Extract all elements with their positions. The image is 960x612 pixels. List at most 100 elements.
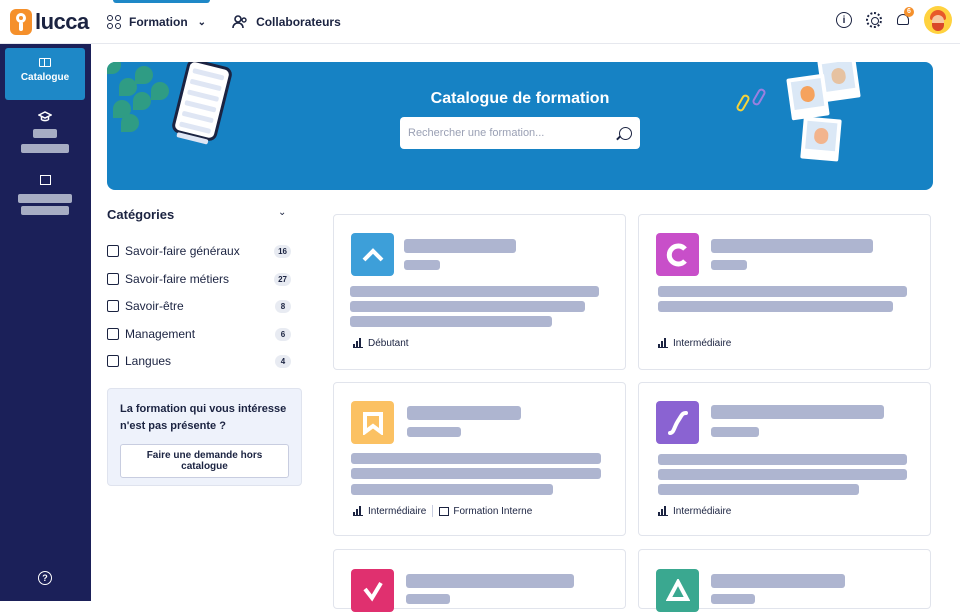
text-placeholder <box>658 469 907 480</box>
text-placeholder <box>350 286 599 297</box>
subtitle-placeholder <box>711 594 755 604</box>
sidebar-item-label: Catalogue <box>20 72 70 83</box>
category-checkbox[interactable] <box>107 273 119 285</box>
text-placeholder <box>658 454 907 465</box>
title-placeholder <box>711 405 884 419</box>
search-icon[interactable] <box>619 126 632 140</box>
category-label: Savoir-faire généraux <box>125 244 240 258</box>
category-item[interactable]: Savoir-faire généraux 16 <box>107 242 291 260</box>
category-label: Langues <box>125 354 172 368</box>
text-placeholder <box>658 301 893 312</box>
photo-illustration <box>786 73 830 121</box>
subtitle-placeholder <box>406 594 450 604</box>
presentation-icon <box>439 506 450 516</box>
title-placeholder <box>404 239 516 253</box>
lucca-logo[interactable]: lucca <box>10 9 89 35</box>
tag-separator <box>432 505 434 517</box>
training-card[interactable]: Débutant <box>333 214 626 370</box>
level-label: Intermédiaire <box>673 338 732 349</box>
help-icon[interactable]: ? <box>38 571 52 585</box>
sidebar-label-placeholder <box>21 144 69 153</box>
board-icon <box>39 175 51 185</box>
subtitle-placeholder <box>711 260 747 270</box>
category-item[interactable]: Management 6 <box>107 325 291 343</box>
subtitle-placeholder <box>407 427 461 437</box>
decor-leaf <box>135 66 153 84</box>
text-placeholder <box>351 468 601 479</box>
avatar[interactable] <box>924 6 952 34</box>
subtitle-placeholder <box>711 427 759 437</box>
title-placeholder <box>711 239 873 253</box>
curve-icon <box>667 410 688 435</box>
training-card[interactable] <box>638 549 931 612</box>
text-placeholder <box>351 453 601 464</box>
category-label: Savoir-être <box>125 299 184 313</box>
bookmark-icon <box>362 411 383 435</box>
category-count: 16 <box>274 244 291 258</box>
users-icon <box>232 15 247 29</box>
text-placeholder <box>350 316 552 327</box>
training-thumbnail <box>656 233 699 276</box>
text-placeholder <box>658 484 859 495</box>
lucca-logo-mark-icon <box>10 9 32 35</box>
chevron-down-icon: ⌄ <box>197 16 207 28</box>
training-card[interactable] <box>333 549 626 612</box>
category-label: Management <box>125 327 196 341</box>
title-placeholder <box>711 574 845 588</box>
category-item[interactable]: Savoir-être 8 <box>107 297 291 315</box>
catalogue-book-icon <box>39 58 51 67</box>
category-count: 6 <box>275 327 291 341</box>
tags-row: Intermédiaire Formation Interne <box>353 505 532 517</box>
top-bar: lucca Formation ⌄ Collaborateurs i 6 <box>0 0 960 44</box>
search-input[interactable] <box>408 127 619 139</box>
text-placeholder <box>658 286 907 297</box>
request-out-of-catalogue-button[interactable]: Faire une demande hors catalogue <box>120 444 289 478</box>
sidebar-item-2[interactable] <box>5 111 85 153</box>
category-label: Savoir-faire métiers <box>125 272 230 286</box>
category-item[interactable]: Langues 4 <box>107 352 291 370</box>
level-icon <box>353 505 363 516</box>
chevron-up-icon <box>362 247 383 261</box>
sidebar-label-placeholder <box>33 129 57 138</box>
request-text: La formation qui vous intéresse n'est pa… <box>120 403 287 432</box>
category-count: 4 <box>275 354 291 368</box>
level-icon <box>658 338 668 348</box>
category-checkbox[interactable] <box>107 328 119 340</box>
bell-icon[interactable]: 6 <box>896 7 914 28</box>
level-label: Intermédiaire <box>368 505 427 517</box>
check-icon <box>362 581 383 602</box>
category-count: 8 <box>275 299 291 313</box>
photo-illustration <box>800 116 842 162</box>
search-field[interactable] <box>400 117 640 149</box>
level-icon <box>658 506 668 516</box>
training-card[interactable]: Intermédiaire <box>638 382 931 536</box>
nav-collaborateurs-label: Collaborateurs <box>256 15 341 29</box>
main-nav: Formation ⌄ Collaborateurs <box>107 0 341 44</box>
training-card[interactable]: Intermédiaire <box>638 214 931 370</box>
level-label: Intermédiaire <box>673 506 732 517</box>
notification-badge: 6 <box>904 7 914 17</box>
triangle-icon <box>665 578 690 601</box>
header-actions: i 6 <box>836 6 952 34</box>
text-placeholder <box>351 484 553 495</box>
nav-formation[interactable]: Formation ⌄ <box>107 0 211 44</box>
nav-collaborateurs[interactable]: Collaborateurs <box>232 0 341 44</box>
training-card[interactable]: Intermédiaire Formation Interne <box>333 382 626 536</box>
chevron-down-icon[interactable]: ⌄ <box>278 207 286 218</box>
text-placeholder <box>350 301 585 312</box>
category-checkbox[interactable] <box>107 300 119 312</box>
title-placeholder <box>406 574 574 588</box>
category-item[interactable]: Savoir-faire métiers 27 <box>107 270 291 288</box>
decor-leaf <box>107 62 121 74</box>
formation-grid-icon <box>107 15 121 29</box>
category-checkbox[interactable] <box>107 355 119 367</box>
gear-icon[interactable] <box>866 12 882 28</box>
category-count: 27 <box>274 272 291 286</box>
level-tag: Débutant <box>353 338 409 349</box>
info-icon[interactable]: i <box>836 12 852 28</box>
sidebar-item-catalogue[interactable]: Catalogue <box>5 48 85 100</box>
level-tag: Intermédiaire <box>658 338 731 349</box>
sidebar-item-3[interactable] <box>5 175 85 215</box>
catalogue-banner: Catalogue de formation <box>107 62 933 190</box>
category-checkbox[interactable] <box>107 245 119 257</box>
